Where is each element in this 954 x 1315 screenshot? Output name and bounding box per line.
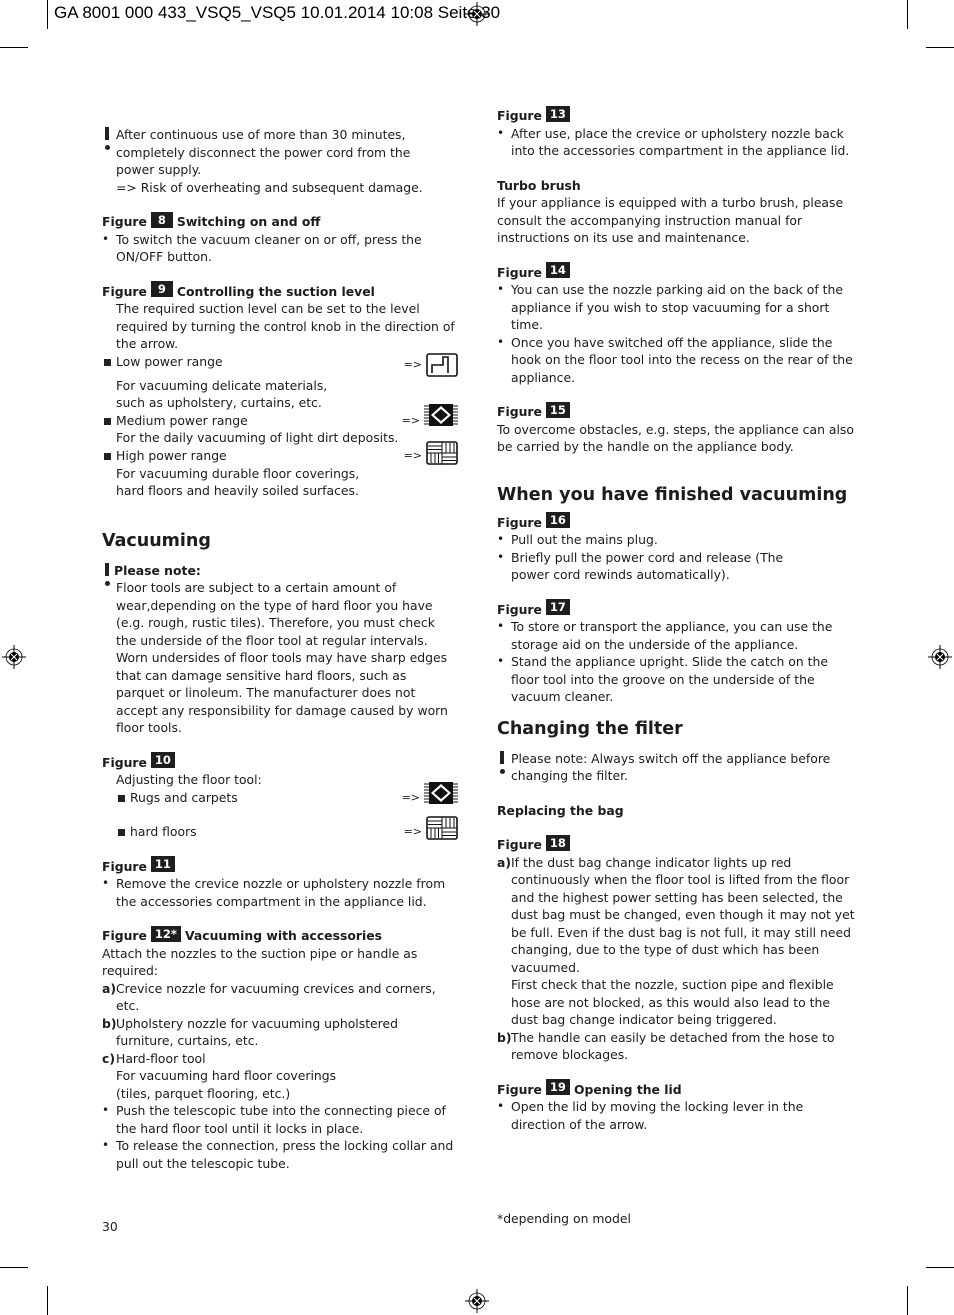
print-header: GA 8001 000 433_VSQ5_VSQ5 10.01.2014 10:… [54, 3, 501, 22]
figure-number-badge: 16 [545, 512, 570, 528]
floor-setting-carpets: Rugs and carpets => [102, 782, 458, 807]
bullet-item: You can use the nozzle parking aid on th… [497, 281, 857, 334]
figure-number-badge: 15 [545, 401, 570, 418]
crop-mark [47, 0, 48, 29]
figure-11-heading: Figure 11 [102, 856, 458, 876]
figure-13-heading: Figure 13 [497, 105, 857, 125]
accessory-item-c: c) Hard-floor tool For vacuuming hard fl… [102, 1050, 337, 1101]
figure-10-heading: Figure 10 [102, 752, 458, 772]
crop-mark [907, 0, 908, 29]
bag-step-b: b) The handle can easily be detached fro… [497, 1029, 835, 1063]
bullet-item: Stand the appliance upright. Slide the c… [497, 653, 857, 706]
bullet-item: Pull out the mains plug. [497, 531, 857, 549]
figure-12-heading: Figure 12* Vacuuming with accessories [102, 925, 382, 943]
figure-number-badge: 10 [150, 752, 175, 768]
suction-level-high: High power range => [102, 440, 458, 465]
suction-intro: The required suction level can be set to… [116, 301, 455, 351]
figure-19-heading: Figure 19 Opening the lid [497, 1079, 682, 1097]
crop-mark [926, 1267, 954, 1268]
figure-18-heading: Figure 18 [497, 834, 857, 854]
figure-number-badge: 14 [545, 262, 570, 278]
bullet-item: Once you have switched off the appliance… [497, 334, 857, 387]
hard-floor-icon [426, 440, 458, 465]
floor-setting-hard-floors: hard floors => [102, 815, 458, 841]
accessory-item-a: a) Crevice nozzle for vacuuming crevices … [102, 980, 436, 1014]
registration-mark-icon [928, 645, 952, 669]
accessory-item-b: b) Upholstery nozzle for vacuuming uphols… [102, 1015, 398, 1049]
figure-15-heading: Figure 15 [497, 401, 857, 421]
bullet-item: To release the connection, press the loc… [102, 1137, 458, 1172]
bullet-item: To store or transport the appliance, you… [497, 618, 857, 653]
figure-number-badge: 8 [150, 211, 173, 228]
bullet-item: Briefly pull the power cord and release … [497, 549, 801, 584]
section-heading-filter: Changing the filter [497, 718, 683, 739]
left-column: After continuous use of more than 30 min… [102, 126, 458, 1172]
figure-9-heading: Figure 9 Controlling the suction level [102, 281, 375, 299]
crop-mark [0, 1267, 28, 1268]
suction-level-low: Low power range => [102, 352, 458, 377]
replacing-bag-title: Replacing the bag [497, 802, 624, 818]
registration-mark-icon [465, 2, 489, 26]
carpet-icon [424, 782, 458, 805]
carpet-icon [424, 404, 458, 427]
figure-14-heading: Figure 14 [497, 262, 857, 282]
overheating-warning: After continuous use of more than 30 min… [102, 126, 458, 196]
section-heading-vacuuming: Vacuuming [102, 530, 211, 551]
crop-mark [926, 47, 954, 48]
figure-number-badge: 17 [545, 599, 570, 615]
figure-number-badge: 12* [150, 925, 181, 942]
figure-number-badge: 11 [150, 856, 175, 872]
figure-8-heading: Figure 8 Switching on and off [102, 211, 321, 229]
bullet-item: Push the telescopic tube into the connec… [102, 1102, 458, 1137]
floor-tool-warning: Please note: Floor tools are subject to … [102, 562, 458, 737]
filter-warning: Please note: Always switch off the appli… [497, 750, 857, 785]
bullet-item: Open the lid by moving the locking lever… [497, 1098, 831, 1133]
figure-17-heading: Figure 17 [497, 599, 857, 619]
suction-level-medium: Medium power range => [102, 404, 458, 430]
crop-mark [907, 1286, 908, 1315]
section-heading-finished: When you have finished vacuuming [497, 484, 848, 505]
figure-16-heading: Figure 16 [497, 512, 857, 532]
bullet-item: Remove the crevice nozzle or upholstery … [102, 875, 458, 910]
figure-number-badge: 19 [545, 1079, 570, 1095]
registration-mark-icon [2, 645, 26, 669]
right-column: Figure 13 After use, place the crevice o… [497, 105, 857, 1133]
low-power-icon [426, 352, 458, 377]
hard-floor-icon [426, 815, 458, 840]
turbo-brush-title: Turbo brush [497, 177, 581, 193]
page-number: 30 [102, 1219, 118, 1234]
bag-step-a: a) If the dust bag change indicator ligh… [497, 854, 855, 1028]
bullet-item: After use, place the crevice or upholste… [497, 125, 857, 160]
turbo-brush-text: If your appliance is equipped with a tur… [497, 195, 844, 245]
footnote: *depending on model [497, 1211, 631, 1226]
figure-number-badge: 18 [545, 834, 570, 851]
figure-number-badge: 9 [150, 281, 173, 297]
figure-number-badge: 13 [545, 105, 570, 122]
bullet-item: To switch the vacuum cleaner on or off, … [102, 231, 458, 266]
registration-mark-icon [465, 1289, 489, 1313]
crop-mark [0, 47, 28, 48]
crop-mark [47, 1286, 48, 1315]
